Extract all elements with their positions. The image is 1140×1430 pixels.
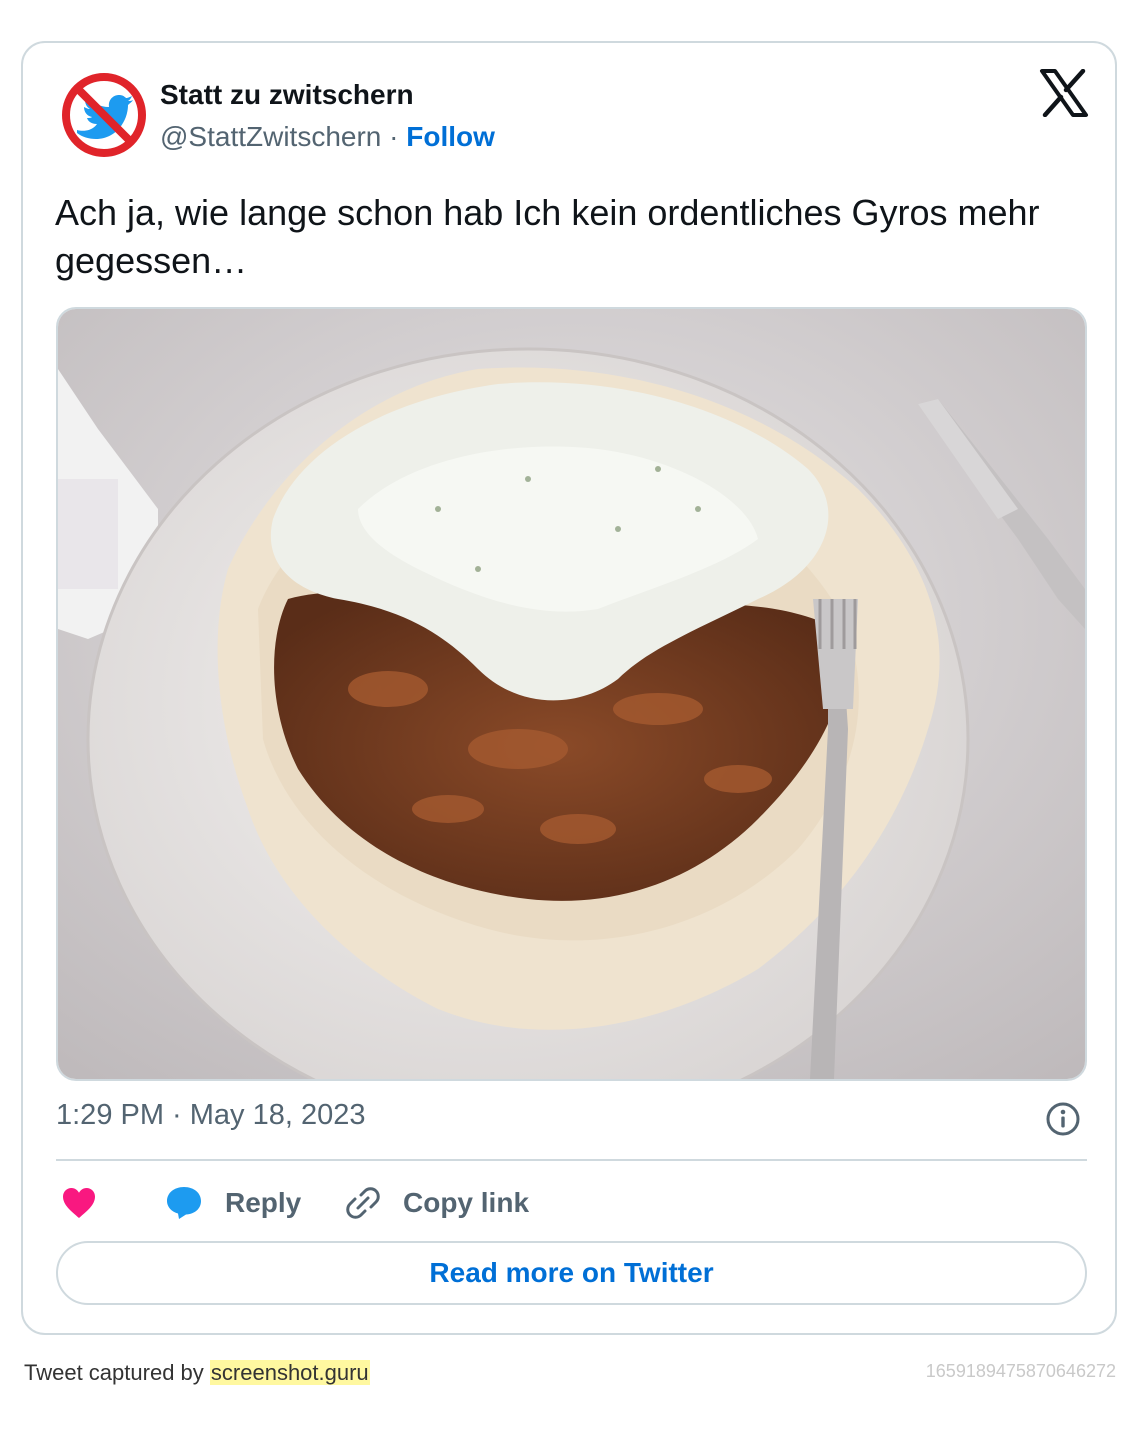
author-handle[interactable]: @StattZwitschern [160,121,381,152]
handle-separator: · [389,121,399,152]
link-icon [346,1187,380,1219]
tweet-text: Ach ja, wie lange schon hab Ich kein ord… [55,192,1040,281]
x-logo-icon[interactable] [1039,68,1089,118]
tweet-id: 1659189475870646272 [925,1361,1116,1381]
handle-row: @StattZwitschern · Follow [160,121,495,153]
divider [56,1159,1087,1161]
tweet-photo[interactable] [56,307,1087,1081]
heart-icon [63,1188,95,1218]
read-more-button[interactable]: Read more on Twitter [56,1241,1087,1305]
copy-link-button[interactable]: Copy link [345,1183,529,1223]
tweet-timestamp[interactable]: 1:29 PM · May 18, 2023 [56,1099,366,1132]
no-twitter-avatar-icon [61,72,147,158]
reply-label: Reply [225,1187,302,1218]
copy-link-label: Copy link [403,1187,530,1218]
author-name[interactable]: Statt zu zwitschern [160,79,414,111]
info-icon[interactable] [1045,1101,1081,1137]
follow-link[interactable]: Follow [406,121,495,152]
reply-button[interactable]: Reply [165,1183,301,1223]
like-button[interactable] [61,1183,97,1223]
gyros-plate-image [58,309,1085,1079]
captured-site-link[interactable]: screenshot.guru [209,1360,370,1385]
footer-credit: Tweet captured by screenshot.guru [24,1360,370,1386]
avatar[interactable] [59,70,149,160]
captured-by-text: Tweet captured by [24,1360,204,1385]
reply-bubble-icon [167,1187,201,1219]
tweet-card: Statt zu zwitschern @StattZwitschern · F… [21,41,1117,1335]
